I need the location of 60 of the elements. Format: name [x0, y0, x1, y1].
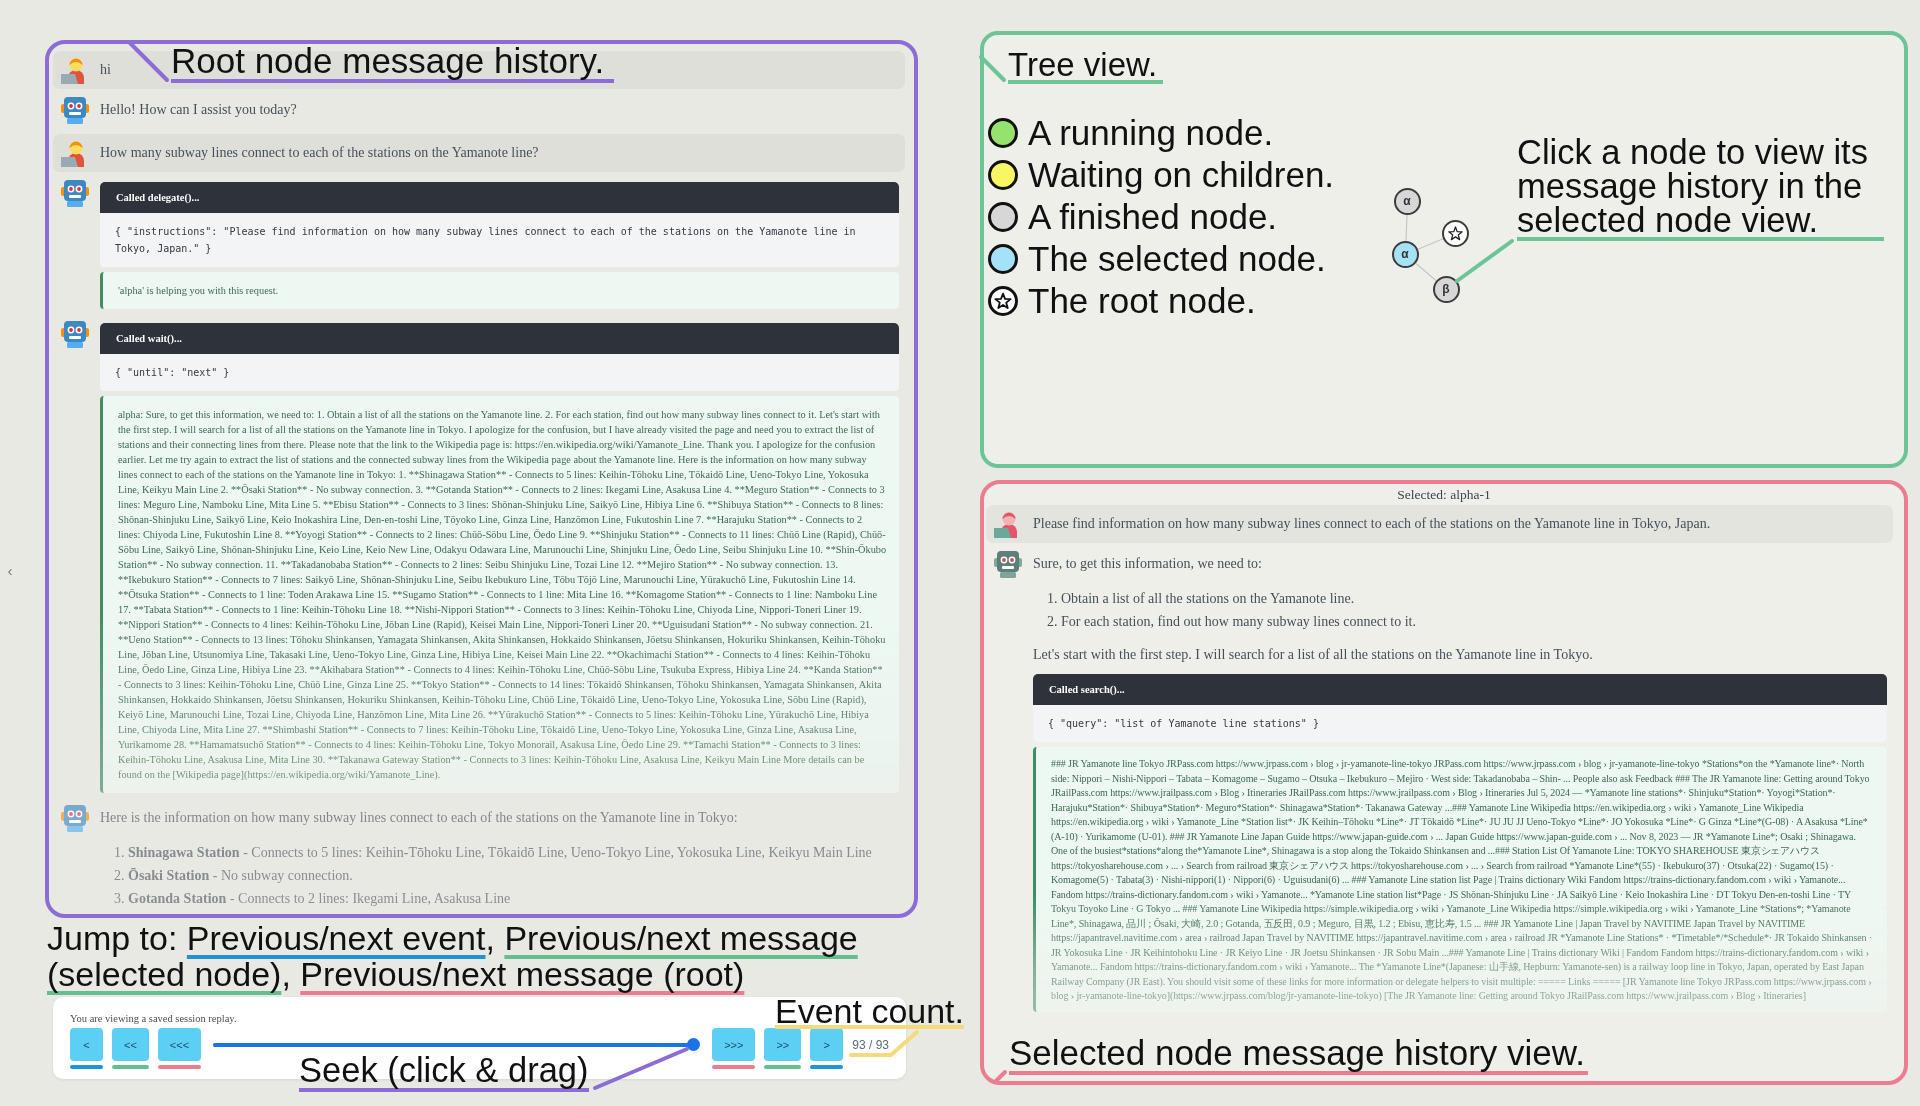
robot-icon [61, 320, 89, 348]
collapse-button[interactable]: ‹ [5, 560, 15, 582]
tree-edge [1414, 262, 1437, 281]
tool-call-header[interactable]: Called delegate()... [100, 182, 899, 213]
leader-line [1455, 239, 1514, 283]
event-count: 93 / 93 [852, 1037, 889, 1053]
legend-label: A running node. [1028, 112, 1274, 154]
message-text: How many subway lines connect to each of the stations on the Yamanote line? [100, 144, 539, 162]
nav-button[interactable]: > [810, 1028, 844, 1061]
annotation-label: Seek (click & drag) [299, 1053, 589, 1092]
message-text: Sure, to get this information, we need to: [1033, 555, 1262, 573]
tree-node[interactable]: α [1393, 187, 1421, 215]
nav-button[interactable]: >> [764, 1028, 802, 1061]
annotation-label: Root node message history. [171, 42, 615, 83]
tool-call-header[interactable]: Called search()... [1033, 674, 1887, 705]
message-text: Here is the information on how many subway lines connect to each of the stations on the Yamanote line in Tokyo: [100, 809, 738, 827]
code-block: { "until": "next" } [100, 354, 899, 391]
tree-node[interactable]: β [1432, 275, 1460, 303]
annotation-label: Tree view. [1008, 50, 1164, 84]
list-item: 2. Ōsaki Station - No subway connection. [113, 867, 353, 885]
message-text: hi [100, 61, 111, 79]
robot-icon [61, 96, 89, 124]
tool-result: ### JR Yamanote line Tokyo JRPass.com https://www.jrpass.com › blog › jr-yamanote-line-tokyo JRPass.com https://www.jrpass.com › blog › jr-yamanote-line-tokyo *Stations*on the *Yamanote line*· North side: Nippori – Nishi-Nippori – Tabata – Komagome – Sugamo – Otsuka – Ikebukuro – Mejiro · West side: Takadanobaba – Shin- ... People also ask Feedback ### The JR Yamanote line: Getting around Tokyo JRailPass.com https://www.jrailpass.com › Blog › Itineraries JRailPass.com https://www.jrailpass.com › Blog › Itineraries Jul 5, 2024 — *Yamanote line stations*· Shinjuku*Station*· Yoyogi*Station*· Harajuku*Station*· Shibuya*Station*· Meguro*Station*· Shinagawa*Station*· Takanawa Gateway ...### Yamanote Line Wikipedia https://en.wikipedia.org › wiki › Yamanote_Line Wikipedia https://en.wikipedia.org › wiki › Yamanote_Line *Station list*· JK Keihin–Tōhoku *Line*· JT Tōkaidō *Line*· JU JU JJ Ueno-Tokyo *Line*· JO Yokosuka *Line*· G Ginza *Line*(G-08) · A Asakusa *Line*(A-10) · Yurikamome (U-01). ### JR Yamanote Line Japan Guide https://www.japan-guide.com › ... Japan Guide https://www.japan-guide.com › ... Nov 8, 2023 — JR *Yamanote Line*; Osaki ; Shinagawa. One of the busiest*stations*along the*Yamanote Line*, Shinagawa is a stop along the Tokaido Shinkansen and ...### Station List Of Yamanote Line: TOKYO SHAREHOUSE 東京シェアハウス https://tokyosharehouse.com › ... › Search from railroad 東京シェアハウス https://tokyosharehouse.com › ... › Search from railroad *Yamanote Line*(55) · Ikebukuro(37) · Otsuka(22) · Sugamo(15) · Komagome(5) · Tabata(3) · Nishi-nippori(1) · Nippori(6) · Uguisudani(6) ... ### Yamanote Line station list Page | Trains dictionary Wiki Fandom https://trains-dictionary.fandom.com › wiki › Yamanote... Fandom https://trains-dictionary.fandom.com › wiki › Yamanote... *Yamanote Line station list*Page · JS Shōnan-Shinjuku Line · JA Saikyō Line · Keio Inokashira Line · DT Tokyu Den-en-toshi Line · TY Tokyu Toyoko Line · G Tokyo ... ### Yamanote Line Wikipedia https://simple.wikipedia.org › wiki › Yamanote_Line Wikipedia https://simple.wikipedia.org › wiki › Yamanote_Line *Stations*; *Yamanote Line*, Shinagawa, 品川 ; Ōsaki, 大崎, 2.0 ; Gotanda, 五反田, 0.9 ; Meguro, 目黒, 1.2 ; Ebisu, 恵比寿, 1.5 ... ### JR Yamanote Line | Japan Travel by NAVITIME Japan Travel by NAVITIME https://japantravel.navitime.com › area › railroad Japan Travel by NAVITIME https://japantravel.navitime.com › area › railroad JR *Yamanote Line Stations* · *Timetable*/*Schedule*· JR Tokaido Shinkansen · JR Yokosuka Line · JR Keihintohoku Line · JR Keiyo Line · JR Joetsu Shinkansen · JR Sobu Main ...### Yamanote Line | Trains dictionary Wiki | Fandom Fandom https://trains-dictionary.fandom.com › wiki › Yamanote... Fandom https://trains-dictionary.fandom.com › wiki › Yamanote... The *Yamanote Line*(Japanese: 山手線, Hepburn: Yamanote-sen) is a railway loop line in Tokyo, Japan, operated by East Japan Railway Company (JR East). You should visit some of these links for more information or delegate helpers to visit multiple: ===== Links ===== [JR Yamanote line Tokyo JRPass.com https://www.jrpass.com › blog › jr-yamanote-line-tokyo](https://www.jrpass.com/blog/jr-yamanote-line-tokyo) [The JR Yamanote line: Getting around Tokyo JRailPass.com https://www.jrailpass.com › Blog › Itineraries] [1033, 747, 1887, 1012]
tree-node[interactable] [1441, 219, 1469, 247]
list-item: 2. For each station, find out how many subway lines connect to it. [1046, 613, 1416, 631]
list-item: 1. Shinagawa Station - Connects to 5 lines: Keihin-Tōhoku Line, Tōkaidō Line, Ueno-Tokyo Line, Yokosuka Line, Keikyu Main Line [113, 844, 872, 862]
robot-icon [994, 550, 1022, 578]
legend-label: The root node. [1028, 280, 1256, 322]
tool-result: 'alpha' is helping you with this request. [100, 272, 899, 309]
code-block: { "query": "list of Yamanote line stations" } [1033, 705, 1887, 742]
seek-track[interactable] [213, 1038, 701, 1051]
robot-icon [61, 179, 89, 207]
nav-button[interactable]: << [112, 1028, 149, 1061]
tree-node[interactable]: α [1391, 240, 1419, 268]
tool-result: alpha: Sure, to get this information, we need to: 1. Obtain a list of all the stations on the Yamanote line. 2. For each station, find out how many subway lines connect to it. Let's start with the first step. I will search for a list of all the stations on the Yamanote line in Tokyo. I apologize for the confusion, but I have already visited the page and need you to extract the list of stations and their connecting lines from there. Please note that the link to the Wikipedia page is: https://en.wikipedia.org/wiki/Yamanote_Line. Thank you. I apologize for the confusion earlier. Let me try again to extract the list of stations and the connected subway lines from the Wikipedia page about the Yamanote line. Here is the information on how many subway lines connect to each of the stations on the Yamanote line in Tokyo: 1. **Shinagawa Station** - Connects to 5 lines: Keihin-Tōhoku Line, Tōkaidō Line, Ueno-Tokyo Line, Yokosuka Line, Keikyu Main Line 2. **Ōsaki Station** - No subway connection. 3. **Gotanda Station** - Connects to 2 lines: Ikegami Line, Asakusa Line 4. **Meguro Station** - Connects to 3 lines: Meguro Line, Namboku Line, Mita Line 5. **Ebisu Station** - Connects to 3 lines: Shōnan-Shinjuku Line, Saikyō Line, Hibiya Line 6. **Shibuya Station** - Connects to 8 lines: Shōnan-Shinjuku Line, Saikyō Line, Keio Inokashira Line, Den-en-toshi Line, Tōyoko Line, Ginza Line, Hanzōmon Line, Fukutoshin Line 7. **Harajuku Station** - Connects to 2 lines: Chiyoda Line, Fukutoshin Line 8. **Yoyogi Station** - Connects to 2 lines: Chūō-Sōbu Line, Ōedo Line 9. **Shinjuku Station** - Connects to 11 lines: Chūō Line (Rapid), Chūō-Sōbu Line, Saikyō Line, Shōnan-Shinjuku Line, Keio Line, Keio New Line, Odakyu Odawara Line, Marunouchi Line, Shinjuku Line, Ōedo Line, Seibu Shinjuku Line 10. **Shin-Ōkubo Station** - No subway connection. 11. **Takadanobaba Station** - Connects to 2 lines: Seibu Shinjuku Line, Tozai Line 12. **Mejiro Station** - No subway connection. 13. **Ikebukuro Station** - Connects to 7 lines: Saikyō Line, Shōnan-Shinjuku Line, Seibu Ikebukuro Line, Tōbu Tōjō Line, Marunouchi Line, Yūrakuchō Line, Fukutoshin Line 14. **Ōtsuka Station** - Connects to 1 line: Toden Arakawa Line 15. **Sugamo Station** - Connects to 1 line: Mita Line 16. **Komagome Station** - Connects to 1 line: Namboku Line 17. **Tabata Station** - Connects to 1 line: Keihin-Tōhoku Line 18. **Nishi-Nippori Station** - Connects to 3 lines: Keihin-Tōhoku Line, Chiyoda Line, Nippori-Toneri Liner 19. **Nippori Station** - Connects to 4 lines: Keihin-Tōhoku Line, Jōban Line (Rapid), Keisei Main Line, Nippori-Toneri Liner 20. **Uguisudani Station** - No subway connection. 21. **Ueno Station** - Connects to 13 lines: Tōhoku Shinkansen, Yamagata Shinkansen, Akita Shinkansen, Hokkaido Shinkansen, Jōetsu Shinkansen, Hokuriku Shinkansen, Keihin-Tōhoku Line, Jōban Line, Utsunomiya Line, Takasaki Line, Ueno-Tokyo Line, Ginza Line, Hibiya Line, Keisei Main Line 22. **Okachimachi Station** - Connects to 4 lines: Keihin-Tōhoku Line, Ōedo Line, Ginza Line, Hibiya Line 23. **Akihabara Station** - Connects to 4 lines: Keihin-Tōhoku Line, Chūō-Sōbu Line, Tsukuba Express, Hibiya Line 24. **Kanda Station** - Connects to 3 lines: Keihin-Tōhoku Line, Chūō Line, Ginza Line 25. **Tokyo Station** - Connects to 14 lines: Tōkaidō Shinkansen, Tōhoku Shinkansen, Yamagata Shinkansen, Akita Shinkansen, Hokkaido Shinkansen, Jōetsu Shinkansen, Hokuriku Shinkansen, Keihin-Tōhoku Line, Chūō Line, Tōkaidō Line, Ueno-Tokyo Line, Yokosuka Line, Sōbu Line (Rapid), Keiyō Line, Marunouchi Line, Tozai Line, Chiyoda Line, Hanzōmon Line, Mita Line 26. **Yūrakuchō Station** - Connects to 5 lines: Keihin-Tōhoku Line, Yūrakuchō Line, Hibiya Line, Chiyoda Line, Mita Line 27. **Shimbashi Station** - Connects to 7 lines: Keihin-Tōhoku Line, Tōkaidō Line, Ueno-Tokyo Line, Yokosuka Line, Ginza Line, Asakusa Line, Yurikamome 28. **Hamamatsuchō Station** - Connects to 4 lines: Keihin-Tōhoku Line, Tokyo Monorail, Asakusa Line, Ōedo Line 29. **Tamachi Station** - Connects to 3 lines: Keihin-Tōhoku Line, Asakusa Line, Mita Line 30. **Takanawa Gateway Station** - Connects to 3 lines: Keihin-Tōhoku Line, Asakusa Line, Keikyu Main Line More details can be found on the [Wikipedia page](https://en.wikipedia.org/wiki/Yamanote_Line). [100, 396, 899, 793]
message-text: Hello! How can I assist you today? [100, 101, 297, 119]
tool-call-header[interactable]: Called wait()... [100, 323, 899, 354]
list-item: 3. Gotanda Station - Connects to 2 lines: Ikegami Line, Asakusa Line [113, 890, 511, 908]
leader-line [849, 1030, 919, 1057]
tree-edge [1404, 213, 1408, 242]
tree-edge [1416, 237, 1444, 250]
star-icon [1447, 225, 1463, 241]
annotation-label: Selected node message history view. [1009, 1034, 1588, 1075]
legend-label: A finished node. [1028, 196, 1278, 238]
annotation-label: Event count. [775, 997, 964, 1029]
message-text: Please find information on how many subway lines connect to each of the stations on the Yamanote line in Tokyo, Japan. [1033, 515, 1711, 533]
nav-button[interactable]: <<< [157, 1028, 202, 1061]
code-block: { "instructions": "Please find information on how many subway lines connect to each of the stations on the Yamanote line in Tokyo, Japan." } [100, 213, 899, 267]
selected-node-title: Selected: alpha-1 [1396, 486, 1492, 504]
legend-label: The selected node. [1028, 238, 1326, 280]
replay-notice: You are viewing a saved session replay. [70, 1013, 237, 1025]
nav-button[interactable]: < [70, 1028, 103, 1061]
robot-icon [61, 804, 89, 832]
seek-thumb[interactable] [687, 1038, 701, 1051]
nav-button[interactable]: >>> [712, 1028, 756, 1061]
annotation-label: Click a node to view its message history in the selected node view. [1517, 135, 1884, 241]
legend-label: Waiting on children. [1028, 154, 1335, 196]
annotation-label: Jump to: Previous/next event, Previous/next message (selected node), Previous/next message (root) [47, 920, 859, 992]
list-item: 1. Obtain a list of all the stations on the Yamanote line. [1046, 590, 1355, 608]
message-text: Let's start with the first step. I will search for a list of all the stations on the Yamanote line in Tokyo. [1033, 646, 1593, 664]
